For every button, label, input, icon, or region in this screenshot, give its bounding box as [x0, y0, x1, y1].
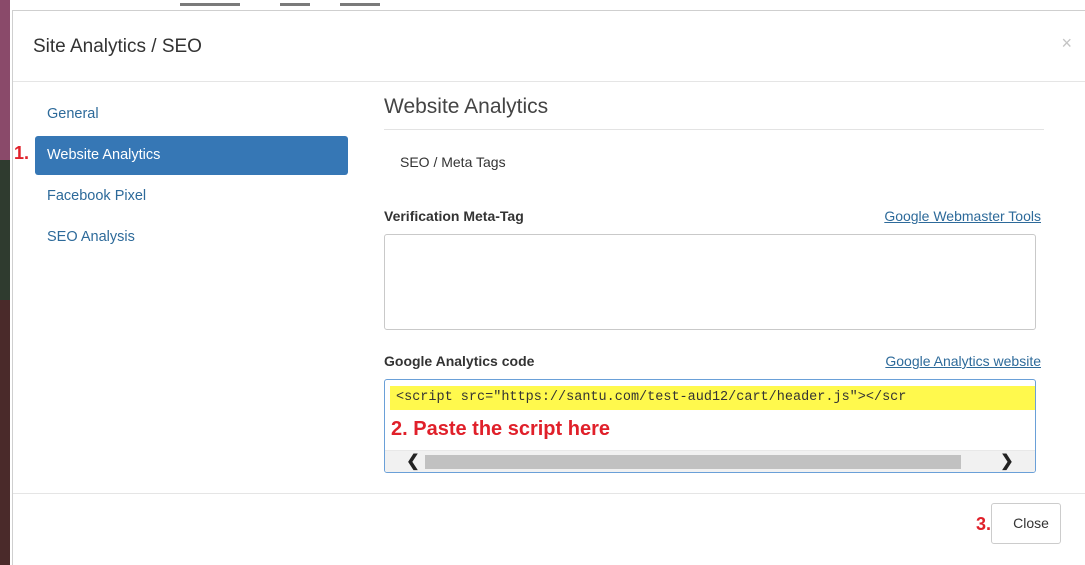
- scroll-left-icon[interactable]: ❮: [403, 452, 423, 472]
- background-strip: [0, 0, 10, 160]
- scrollbar-thumb[interactable]: [425, 455, 961, 469]
- background-page-edge: [0, 0, 10, 565]
- step-3-annotation: 3.: [976, 514, 992, 534]
- sidebar-item-general[interactable]: General: [35, 95, 348, 134]
- google-analytics-website-link[interactable]: Google Analytics website: [885, 353, 1041, 369]
- background-page-top: [10, 0, 1085, 10]
- close-button[interactable]: Close: [991, 503, 1061, 544]
- background-strip: [0, 160, 10, 300]
- step-2-annotation: 2. Paste the script here: [391, 418, 610, 440]
- sidebar-item-seo-analysis[interactable]: SEO Analysis: [35, 218, 348, 257]
- background-mark: [180, 3, 240, 6]
- analytics-code-label: Google Analytics code: [384, 353, 535, 369]
- background-mark: [340, 3, 380, 6]
- analytics-code-value: <script src="https://santu.com/test-aud1…: [390, 386, 1035, 410]
- modal-title: Site Analytics / SEO: [33, 36, 202, 57]
- sidebar-item-facebook-pixel[interactable]: Facebook Pixel: [35, 177, 348, 216]
- background-strip: [0, 300, 10, 565]
- main-content: Website Analytics SEO / Meta Tags Verifi…: [384, 95, 1044, 473]
- settings-sidebar: General Website Analytics Facebook Pixel…: [35, 95, 348, 259]
- analytics-field-header: Google Analytics code Google Analytics w…: [384, 353, 1044, 375]
- modal-header: Site Analytics / SEO ×: [13, 11, 1085, 82]
- step-1-annotation: 1.: [14, 143, 30, 163]
- tab-seo-meta-tags[interactable]: SEO / Meta Tags: [400, 144, 506, 180]
- google-webmaster-tools-link[interactable]: Google Webmaster Tools: [884, 208, 1041, 224]
- background-mark: [280, 3, 310, 6]
- analytics-code-input[interactable]: <script src="https://santu.com/test-aud1…: [384, 379, 1036, 473]
- sidebar-item-website-analytics[interactable]: Website Analytics: [35, 136, 348, 175]
- verification-meta-tag-input[interactable]: [384, 234, 1036, 330]
- verification-field-header: Verification Meta-Tag Google Webmaster T…: [384, 208, 1044, 230]
- section-title: Website Analytics: [384, 95, 1044, 130]
- close-icon[interactable]: ×: [1061, 33, 1072, 54]
- verification-label: Verification Meta-Tag: [384, 208, 524, 224]
- scroll-right-icon[interactable]: ❯: [997, 452, 1017, 472]
- modal-footer: [13, 493, 1085, 565]
- horizontal-scrollbar[interactable]: ❮ ❯: [385, 450, 1035, 472]
